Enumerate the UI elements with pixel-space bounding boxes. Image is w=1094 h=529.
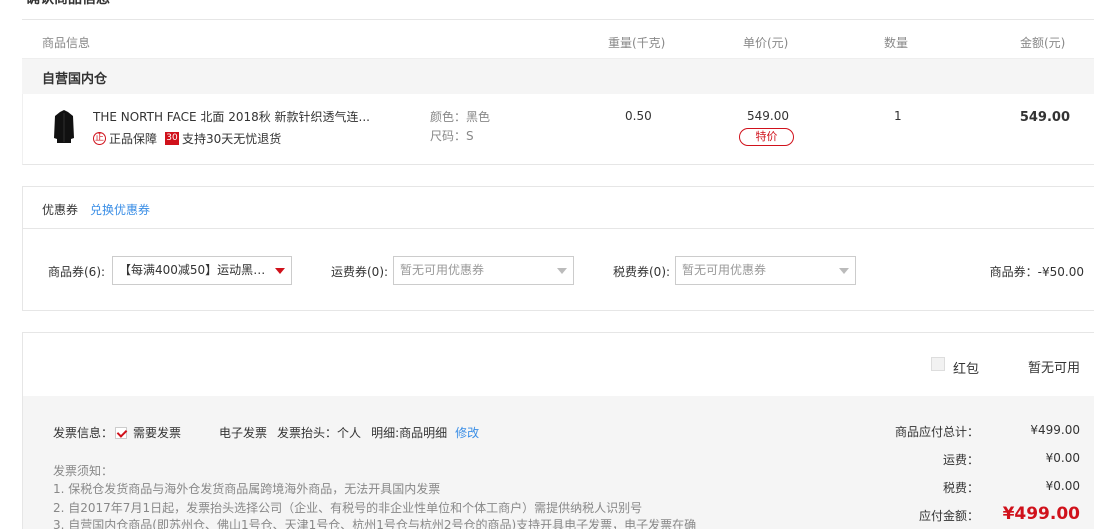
invoice-notice-title: 发票须知： [53, 464, 114, 478]
exchange-coupon-link[interactable]: 兑换优惠券 [90, 201, 150, 218]
shipping-label: 运费： [942, 453, 979, 467]
goods-total-label: 商品应付总计： [894, 425, 979, 439]
goods-coupon-value: 【每满400减50】运动黑五... [119, 263, 273, 277]
genuine-icon: 正 [93, 132, 106, 145]
store-name: 自营国内仓 [42, 72, 108, 87]
need-invoice-checkbox[interactable] [115, 426, 128, 439]
black-jacket-icon[interactable] [53, 110, 75, 144]
product-quantity: 1 [894, 109, 902, 123]
column-header-weight: 重量(千克) [608, 36, 666, 50]
product-amount: 549.00 [1019, 110, 1070, 125]
column-header-info: 商品信息 [42, 36, 91, 50]
chevron-down-icon [275, 268, 285, 274]
invoice-detail: 明细:商品明细 [371, 426, 448, 440]
tax-coupon-select[interactable]: 暂无可用优惠券 [675, 256, 856, 285]
tax-coupon-label: 税费券(0): [613, 265, 671, 279]
redpack-label: 红包 [953, 362, 980, 377]
invoice-notice-line: 3. 自营国内仓商品(即苏州仓、佛山1号仓、天津1号仓、杭州1号仓与杭州2号仓的… [53, 518, 697, 529]
product-size: 尺码：S [430, 129, 474, 143]
product-weight: 0.50 [625, 109, 652, 123]
product-name[interactable]: THE NORTH FACE 北面 2018秋 新款针织透气连... [93, 108, 383, 125]
column-header-amount: 金额(元) [1020, 36, 1066, 50]
chevron-down-icon [839, 268, 849, 274]
column-header-unit-price: 单价(元) [743, 36, 789, 50]
edit-invoice-link[interactable]: 修改 [455, 424, 479, 441]
shipping-coupon-label: 运费券(0): [331, 265, 389, 279]
sale-tag: 特价 [739, 128, 794, 146]
need-invoice-label: 需要发票 [133, 426, 182, 440]
coupon-header: 优惠券 兑换优惠券 [23, 187, 1094, 229]
return-30-icon: 30 [165, 132, 180, 145]
genuine-label: 正品保障 [109, 132, 158, 146]
coupon-label: 优惠券 [42, 203, 79, 217]
invoice-section: 发票信息： 需要发票 电子发票 发票抬头：个人 明细:商品明细 修改 发票须知：… [22, 396, 1094, 529]
invoice-title: 发票抬头：个人 [277, 426, 362, 440]
payable-label: 应付金额： [918, 509, 979, 523]
return-label: 支持30天无忧退货 [182, 132, 282, 146]
shipping-value: ¥0.00 [1045, 451, 1080, 465]
product-unit-price: 549.00 [747, 109, 789, 123]
product-color: 颜色：黑色 [430, 110, 491, 124]
goods-total-value: ¥499.00 [1030, 423, 1080, 437]
column-header-quantity: 数量 [884, 36, 909, 50]
redpack-status: 暂无可用 [1027, 361, 1080, 376]
product-badges: 正 正品保障 30 支持30天无忧退货 [93, 130, 281, 147]
product-row: THE NORTH FACE 北面 2018秋 新款针织透气连... 正 正品保… [22, 94, 1094, 165]
coupon-discount-summary: 商品券：-¥50.00 [989, 265, 1084, 279]
invoice-info-label: 发票信息： [53, 426, 114, 440]
tax-label: 税费： [942, 481, 979, 495]
redpack-section: 红包 暂无可用 [22, 332, 1094, 396]
goods-coupon-select[interactable]: 【每满400减50】运动黑五... [112, 256, 292, 285]
e-invoice-label: 电子发票 [219, 426, 268, 440]
store-bar: 自营国内仓 [22, 58, 1094, 94]
invoice-notice-line: 1. 保税仓发货商品与海外仓发货商品属跨境海外商品，无法开具国内发票 [53, 482, 441, 496]
invoice-notice-line: 2. 自2017年7月1日起，发票抬头选择公司（企业、有税号的非企业性单位和个体… [53, 501, 643, 515]
invoice-info-line: 发票信息： 需要发票 电子发票 发票抬头：个人 明细:商品明细 修改 [53, 424, 479, 441]
goods-coupon-label: 商品券(6): [48, 265, 106, 279]
chevron-down-icon [557, 268, 567, 274]
redpack-checkbox[interactable] [931, 357, 945, 371]
tax-value: ¥0.00 [1045, 479, 1080, 493]
section-title: 确认商品信息 [26, 0, 110, 8]
divider [22, 19, 1094, 20]
payable-value: ¥499.00 [1002, 504, 1080, 524]
shipping-coupon-select[interactable]: 暂无可用优惠券 [393, 256, 574, 285]
shipping-coupon-value: 暂无可用优惠券 [400, 263, 485, 277]
tax-coupon-value: 暂无可用优惠券 [682, 263, 767, 277]
coupon-section: 优惠券 兑换优惠券 商品券(6): 【每满400减50】运动黑五... 运费券(… [22, 186, 1094, 311]
